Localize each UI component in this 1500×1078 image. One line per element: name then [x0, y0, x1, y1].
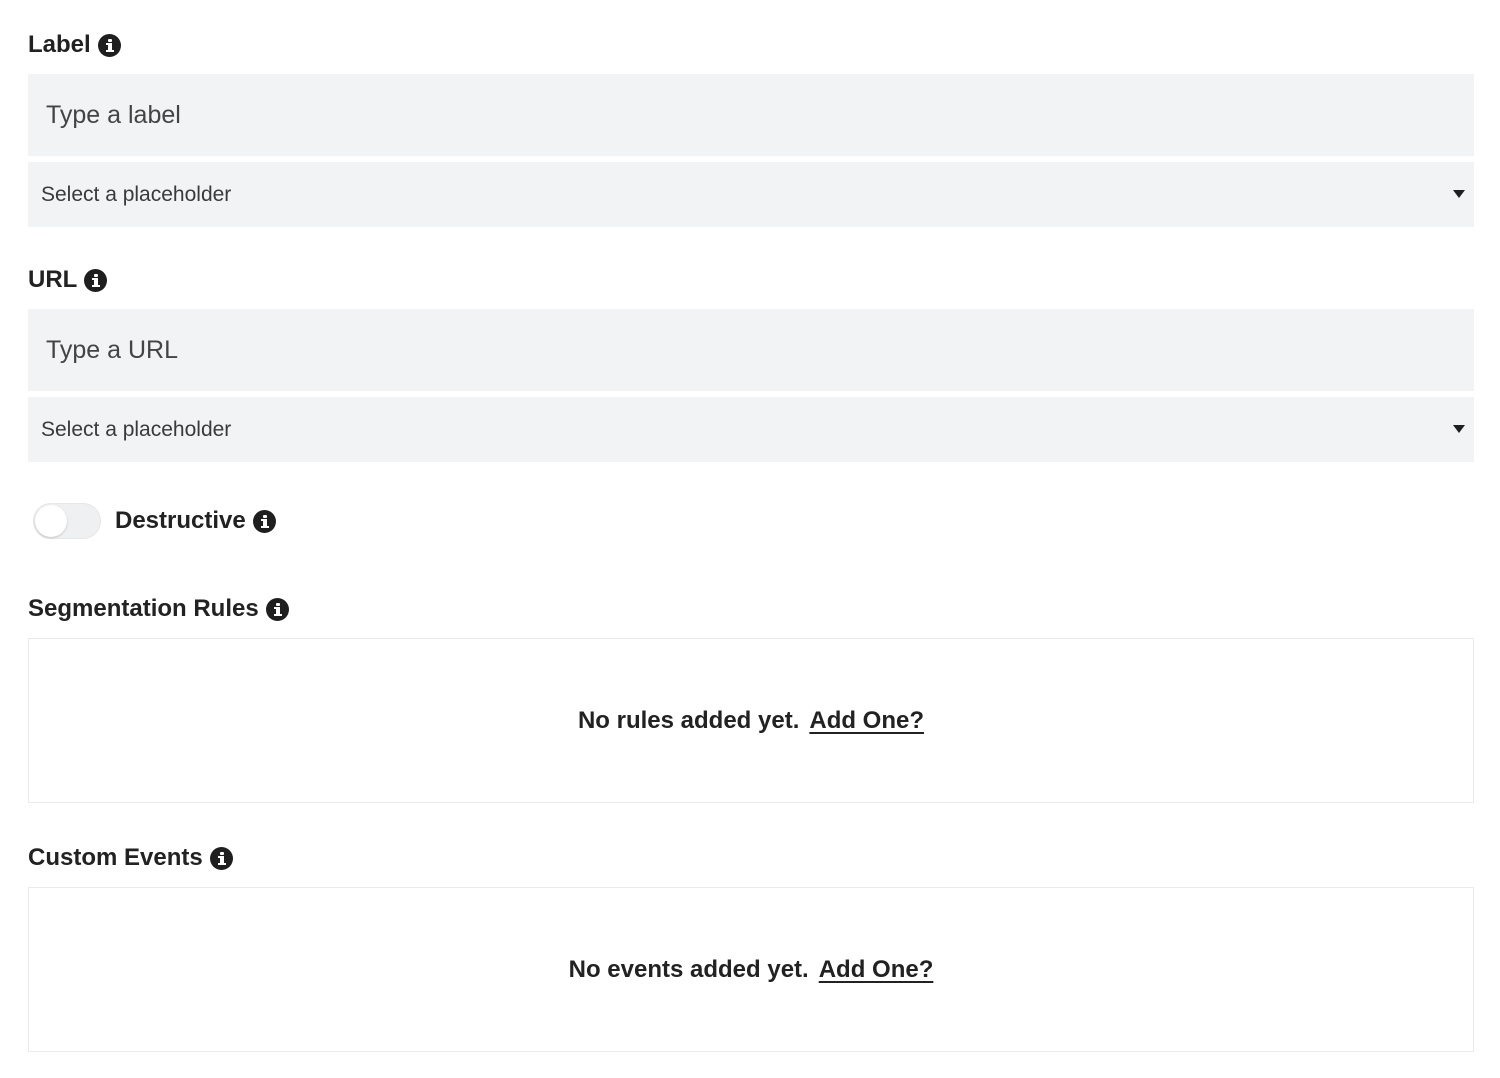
toggle-knob	[35, 505, 67, 537]
info-icon[interactable]	[84, 268, 108, 292]
segmentation-rules-empty-state: No rules added yet. Add One?	[28, 638, 1474, 803]
destructive-label-text: Destructive	[115, 507, 246, 534]
custom-events-empty-text: No events added yet.	[568, 955, 809, 983]
custom-events-title: Custom Events	[28, 843, 233, 873]
url-placeholder-select[interactable]: Select a placeholder	[28, 397, 1474, 462]
label-input[interactable]	[28, 74, 1474, 156]
url-input[interactable]	[28, 309, 1474, 391]
label-placeholder-select[interactable]: Select a placeholder	[28, 162, 1474, 227]
caret-down-icon	[1453, 425, 1465, 433]
add-event-link[interactable]: Add One?	[819, 956, 934, 984]
segmentation-rules-empty-text: No rules added yet.	[577, 706, 800, 734]
form-page: Label Select a placeholder URL Select a …	[0, 0, 1500, 1078]
info-icon[interactable]	[252, 509, 276, 533]
add-rule-link[interactable]: Add One?	[809, 707, 924, 735]
destructive-label: Destructive	[115, 507, 276, 535]
destructive-toggle[interactable]	[33, 503, 101, 539]
segmentation-rules-title-text: Segmentation Rules	[28, 595, 259, 622]
url-title-text: URL	[28, 266, 78, 293]
info-icon[interactable]	[97, 33, 121, 57]
segmentation-rules-title: Segmentation Rules	[28, 594, 289, 624]
url-select-value: Select a placeholder	[41, 417, 232, 441]
caret-down-icon	[1453, 190, 1465, 198]
label-section-title: Label	[28, 30, 121, 60]
custom-events-empty-state: No events added yet. Add One?	[28, 887, 1474, 1052]
label-title-text: Label	[28, 31, 91, 58]
label-select-value: Select a placeholder	[41, 182, 232, 206]
destructive-row: Destructive	[33, 502, 276, 540]
info-icon[interactable]	[265, 597, 289, 621]
info-icon[interactable]	[209, 846, 233, 870]
custom-events-title-text: Custom Events	[28, 844, 203, 871]
url-section-title: URL	[28, 265, 108, 295]
